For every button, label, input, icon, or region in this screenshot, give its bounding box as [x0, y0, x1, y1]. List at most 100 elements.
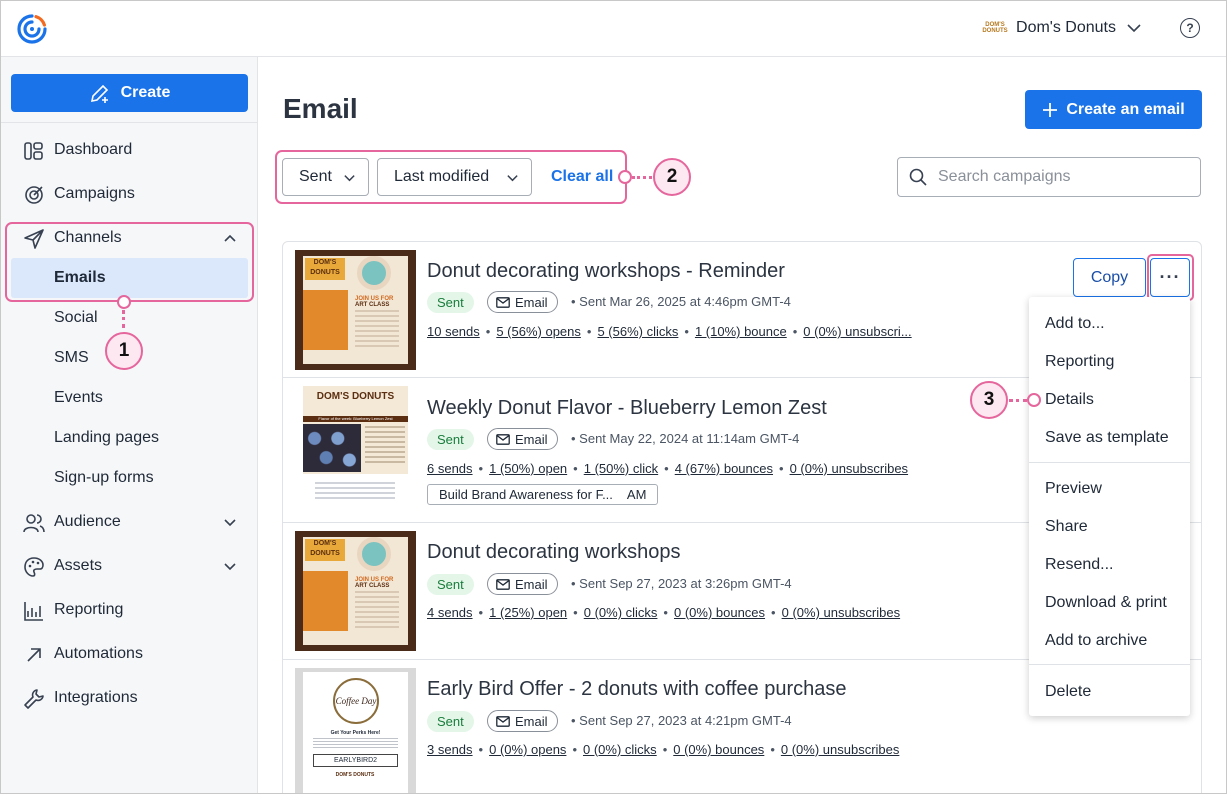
- create-button[interactable]: Create: [11, 74, 248, 112]
- thumbnail-headline: JOIN US FOR ART CLASS: [355, 577, 399, 589]
- stat-opens[interactable]: 1 (25%) open: [489, 605, 567, 620]
- callout-connector: [122, 310, 125, 328]
- campaigns-icon: [25, 186, 43, 204]
- menu-item-add-to-archive[interactable]: Add to archive: [1045, 632, 1147, 650]
- callout-connector: [632, 176, 652, 179]
- copy-button[interactable]: Copy: [1073, 258, 1146, 297]
- campaign-tag-name: Build Brand Awareness for F...: [439, 487, 613, 502]
- arrow-up-right-icon: [27, 648, 41, 662]
- thumbnail-panel: [303, 571, 348, 631]
- campaign-stats: 4 sends • 1 (25%) open • 0 (0%) clicks • 0 (0%…: [427, 605, 901, 620]
- dashboard-icon: [24, 142, 43, 160]
- status-badge: Sent: [427, 429, 474, 450]
- menu-item-reporting[interactable]: Reporting: [1045, 353, 1114, 371]
- campaign-title[interactable]: Donut decorating workshops: [427, 541, 680, 564]
- app-window: DOM'S DONUTS Dom's Donuts ? Create Dashb…: [0, 0, 1227, 794]
- create-button-label: Create: [120, 84, 171, 101]
- sidebar-sub-sms[interactable]: SMS: [54, 349, 89, 367]
- channel-badge: Email: [487, 710, 558, 732]
- email-thumbnail[interactable]: DOM'S DONUTS JOIN US FOR ART CLASS: [295, 250, 416, 370]
- sidebar-item-automations[interactable]: Automations: [1, 634, 257, 674]
- sidebar-divider: [1, 122, 257, 123]
- page-title: Email: [283, 93, 358, 124]
- account-switcher[interactable]: DOM'S DONUTS Dom's Donuts: [982, 19, 1142, 37]
- menu-item-details[interactable]: Details: [1045, 391, 1094, 409]
- sidebar-item-campaigns[interactable]: Campaigns: [1, 174, 257, 214]
- thumbnail-sub: ART CLASS: [355, 583, 390, 589]
- sent-info: • Sent Mar 26, 2025 at 4:46pm GMT-4: [571, 294, 791, 309]
- thumbnail-text-lines: [365, 426, 405, 466]
- stat-clicks[interactable]: 1 (50%) click: [584, 461, 658, 476]
- stat-clicks[interactable]: 0 (0%) clicks: [584, 605, 658, 620]
- campaign-tag[interactable]: Build Brand Awareness for F... AM: [427, 484, 659, 505]
- campaign-title[interactable]: Donut decorating workshops - Reminder: [427, 260, 785, 283]
- menu-divider: [1029, 462, 1190, 463]
- menu-item-add-to[interactable]: Add to...: [1045, 315, 1105, 333]
- sidebar-sub-social[interactable]: Social: [54, 309, 98, 327]
- email-thumbnail[interactable]: DOM'S DONUTS Flavor of the week: Blueber…: [295, 386, 416, 510]
- sent-date: Sent Mar 26, 2025 at 4:46pm GMT-4: [579, 294, 791, 309]
- create-email-button[interactable]: Create an email: [1025, 90, 1202, 129]
- sidebar-item-assets[interactable]: Assets: [1, 546, 257, 586]
- stat-sends[interactable]: 6 sends: [427, 461, 473, 476]
- donuts-photo: [303, 424, 361, 472]
- stat-clicks[interactable]: 0 (0%) clicks: [583, 742, 657, 757]
- stat-unsubscribes[interactable]: 0 (0%) unsubscri...: [803, 324, 911, 339]
- help-icon[interactable]: ?: [1180, 18, 1200, 38]
- chevron-down-icon: [224, 519, 236, 527]
- stat-sends[interactable]: 10 sends: [427, 324, 480, 339]
- thumbnail-panel: [303, 290, 348, 350]
- account-logo: DOM'S DONUTS: [982, 22, 1008, 34]
- thumbnail-logo: DOM'S DONUTS: [316, 391, 395, 402]
- search-icon: [909, 168, 927, 186]
- highlight-filters: [275, 150, 627, 204]
- email-thumbnail[interactable]: Coffee Day Get Your Perks Here! EARLYBIR…: [295, 668, 416, 793]
- sidebar-item-label: Assets: [54, 557, 103, 574]
- campaign-title[interactable]: Early Bird Offer - 2 donuts with coffee …: [427, 678, 846, 701]
- stat-unsubscribes[interactable]: 0 (0%) unsubscribes: [782, 605, 901, 620]
- create-email-label: Create an email: [1066, 100, 1185, 118]
- stat-bounces[interactable]: 0 (0%) bounces: [673, 742, 764, 757]
- stat-sends[interactable]: 4 sends: [427, 605, 473, 620]
- stat-clicks[interactable]: 5 (56%) clicks: [597, 324, 678, 339]
- stat-opens[interactable]: 0 (0%) opens: [489, 742, 566, 757]
- stat-sends[interactable]: 3 sends: [427, 742, 473, 757]
- menu-item-delete[interactable]: Delete: [1045, 683, 1091, 701]
- menu-item-preview[interactable]: Preview: [1045, 480, 1102, 498]
- email-thumbnail[interactable]: DOM'S DONUTS JOIN US FOR ART CLASS: [295, 531, 416, 651]
- highlight-channels-emails: [5, 222, 254, 302]
- menu-item-resend[interactable]: Resend...: [1045, 556, 1113, 574]
- stat-bounces[interactable]: 0 (0%) bounces: [674, 605, 765, 620]
- sidebar-item-reporting[interactable]: Reporting: [1, 590, 257, 630]
- campaign-stats: 6 sends • 1 (50%) open • 1 (50%) click • 4 (67…: [427, 461, 909, 476]
- menu-item-share[interactable]: Share: [1045, 518, 1088, 536]
- stat-opens[interactable]: 5 (56%) opens: [496, 324, 581, 339]
- constant-contact-logo-icon[interactable]: [16, 13, 48, 45]
- sidebar-sub-landing-pages[interactable]: Landing pages: [54, 429, 159, 447]
- menu-item-save-as-template[interactable]: Save as template: [1045, 429, 1169, 447]
- thumbnail-headline: JOIN US FOR ART CLASS: [355, 296, 399, 308]
- sidebar-sub-events[interactable]: Events: [54, 389, 103, 407]
- promo-code: EARLYBIRD2: [313, 754, 398, 767]
- stat-bounces[interactable]: 1 (10%) bounce: [695, 324, 787, 339]
- sidebar-item-integrations[interactable]: Integrations: [1, 678, 257, 718]
- callout-2: 2: [653, 158, 691, 196]
- campaign-title[interactable]: Weekly Donut Flavor - Blueberry Lemon Ze…: [427, 397, 827, 420]
- thumbnail-text-lines: [313, 738, 398, 750]
- envelope-icon: [496, 715, 510, 727]
- campaign-stats: 10 sends • 5 (56%) opens • 5 (56%) clicks • 1 …: [427, 324, 912, 339]
- search-input[interactable]: Search campaigns: [897, 157, 1201, 197]
- pencil-plus-icon: [90, 84, 108, 103]
- sent-info: • Sent Sep 27, 2023 at 4:21pm GMT-4: [571, 713, 792, 728]
- status-badge: Sent: [427, 574, 474, 595]
- sidebar-item-audience[interactable]: Audience: [1, 502, 257, 542]
- status-badge: Sent: [427, 711, 474, 732]
- sidebar-item-dashboard[interactable]: Dashboard: [1, 130, 257, 170]
- stat-bounces[interactable]: 4 (67%) bounces: [675, 461, 773, 476]
- stat-opens[interactable]: 1 (50%) open: [489, 461, 567, 476]
- thumbnail-logo: DOM'S DONUTS: [305, 539, 345, 561]
- sidebar-sub-signup-forms[interactable]: Sign-up forms: [54, 469, 154, 487]
- stat-unsubscribes[interactable]: 0 (0%) unsubscribes: [781, 742, 900, 757]
- menu-item-download-print[interactable]: Download & print: [1045, 594, 1167, 612]
- stat-unsubscribes[interactable]: 0 (0%) unsubscribes: [790, 461, 909, 476]
